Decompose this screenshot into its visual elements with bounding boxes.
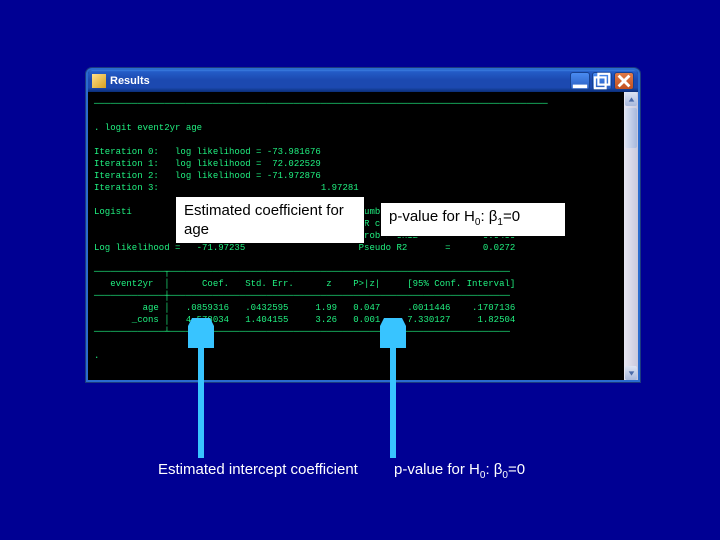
log-lik: Log likelihood = -71.97235 <box>94 243 245 253</box>
iter-3b: 1.97281 <box>321 183 359 193</box>
iter-2: Iteration 2: log likelihood = -71.972876 <box>94 171 321 181</box>
table-top: ─────────────┬──────────────────────────… <box>94 267 510 277</box>
iter-0: Iteration 0: log likelihood = -73.981676 <box>94 147 321 157</box>
minimize-button[interactable] <box>570 72 590 90</box>
command: . logit event2yr age <box>94 123 202 133</box>
callout-text: Estimated coefficient for age <box>184 202 344 238</box>
close-button[interactable] <box>614 72 634 90</box>
model-head: Logisti <box>94 207 132 217</box>
row-age: age │ .0859316 .0432595 1.99 0.047 .0011… <box>94 303 515 313</box>
annotation-pvalue-beta0: p-value for H0: β0=0 <box>394 460 614 485</box>
rule: ────────────────────────────────────────… <box>94 99 548 109</box>
annotation-intercept: Estimated intercept coefficient <box>158 460 358 479</box>
prompt-dot: . <box>94 351 99 361</box>
arrow-to-coef <box>188 318 214 458</box>
vertical-scrollbar[interactable] <box>624 92 638 380</box>
callout-pvalue-beta1: p-value for H0: β1=0 <box>380 202 566 237</box>
scrollbar-thumb[interactable] <box>625 108 637 148</box>
scroll-down-button[interactable] <box>625 366 637 380</box>
pseudo-r2: Pseudo R2 = 0.0272 <box>359 243 516 253</box>
restore-button[interactable] <box>592 72 612 90</box>
scroll-up-button[interactable] <box>625 92 637 106</box>
table-mid: ─────────────┼──────────────────────────… <box>94 291 510 301</box>
row-cons: _cons │ 4.578034 1.404155 3.26 0.001 7.3… <box>94 315 515 325</box>
window-buttons <box>570 72 634 90</box>
titlebar[interactable]: Results <box>88 70 638 92</box>
callout-coef-age: Estimated coefficient for age <box>175 196 365 244</box>
arrow-to-pvalue <box>380 318 406 458</box>
iter-1: Iteration 1: log likelihood = 72.022529 <box>94 159 321 169</box>
app-icon <box>92 74 106 88</box>
iter-3: Iteration 3: <box>94 183 175 193</box>
table-cols: event2yr │ Coef. Std. Err. z P>|z| [95% … <box>94 279 515 289</box>
table-bot: ─────────────┴──────────────────────────… <box>94 327 510 337</box>
window-title: Results <box>110 76 570 87</box>
